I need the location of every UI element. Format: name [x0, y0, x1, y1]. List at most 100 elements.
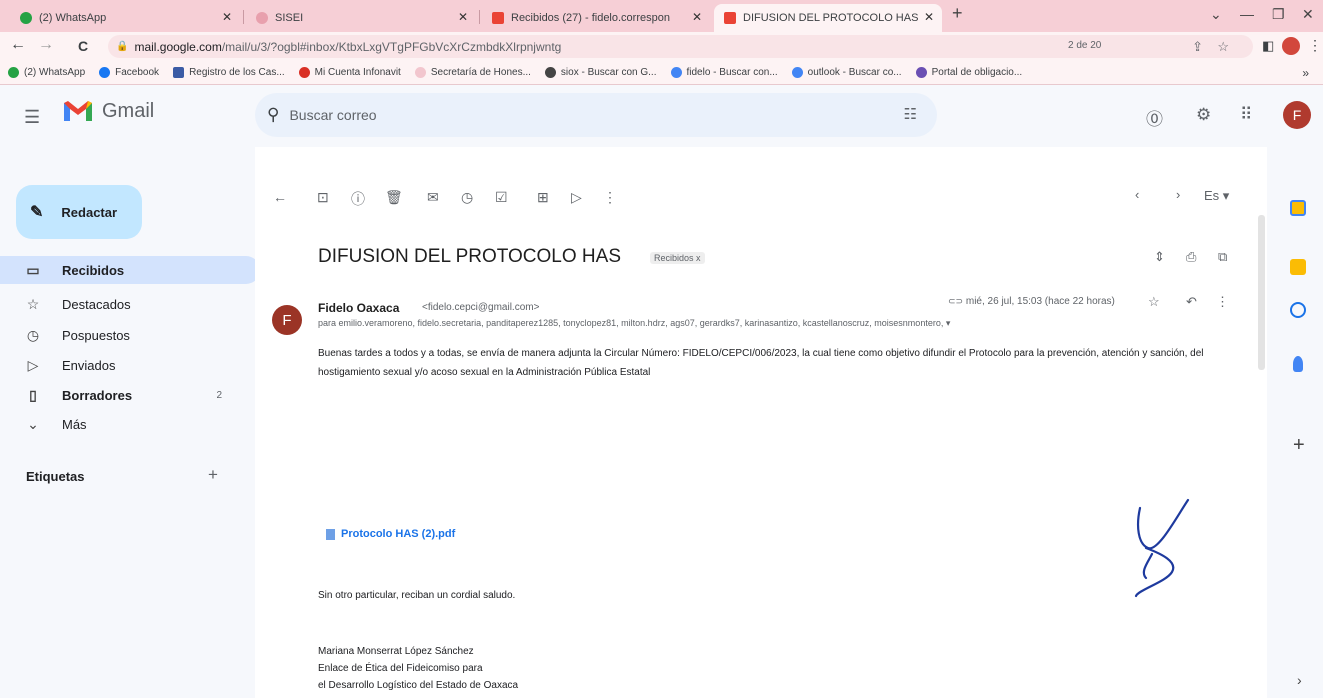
archive-icon[interactable]: ⊡: [317, 189, 329, 206]
sidepanel-icon[interactable]: ◧: [1262, 38, 1274, 54]
sidebar-item-destacados[interactable]: ☆ Destacados: [0, 290, 260, 318]
tab-sisei[interactable]: SISEI ✕: [246, 4, 476, 32]
sender-name[interactable]: Fidelo Oaxaca: [318, 301, 399, 315]
close-icon[interactable]: ✕: [458, 10, 468, 24]
facebook-icon: [99, 67, 111, 78]
close-window-button[interactable]: ✕: [1302, 6, 1314, 23]
search-icon[interactable]: ⚲: [267, 105, 279, 125]
address-row: ← → C 🔒 mail.google.com /mail/u/3/?ogbl#…: [0, 32, 1323, 61]
prev-chevron-icon[interactable]: ‹: [1135, 187, 1139, 202]
apps-grid-icon[interactable]: ⠿: [1240, 105, 1252, 125]
bookmark-item[interactable]: siox - Buscar con G...: [544, 67, 657, 78]
bookmark-item[interactable]: outlook - Buscar co...: [791, 67, 902, 78]
next-chevron-icon[interactable]: ›: [1176, 187, 1180, 202]
more-vert-icon[interactable]: ⋮: [603, 189, 617, 206]
expand-icon[interactable]: ⇕: [1154, 249, 1165, 265]
search-input[interactable]: Buscar correo: [289, 107, 376, 123]
bookmark-star-icon[interactable]: ☆: [1217, 39, 1229, 55]
send-icon: ▷: [27, 356, 39, 373]
handwritten-signature: [1134, 498, 1190, 598]
menu-icon[interactable]: ☰: [24, 107, 40, 128]
close-icon[interactable]: ✕: [222, 10, 232, 24]
star-icon[interactable]: ☆: [1148, 294, 1160, 310]
sidebar-item-pospuestos[interactable]: ◷ Pospuestos: [0, 321, 260, 349]
tab-recibidos[interactable]: Recibidos (27) - fidelo.correspon ✕: [482, 4, 710, 32]
bookmark-item[interactable]: Secretaría de Hones...: [414, 67, 531, 78]
tasks-icon[interactable]: [1290, 302, 1306, 318]
gmail-logo[interactable]: Gmail: [62, 99, 154, 123]
share-icon[interactable]: ⇪: [1192, 39, 1203, 55]
bookmarks-bar: (2) WhatsApp Facebook Registro de los Ca…: [0, 61, 1323, 85]
scrollbar[interactable]: [1258, 215, 1265, 370]
sidebar-item-borradores[interactable]: ▯ Borradores 2: [0, 381, 260, 409]
print-icon[interactable]: ⎙: [1186, 249, 1196, 265]
sidebar-item-mas[interactable]: ⌄ Más: [0, 410, 260, 438]
contacts-icon[interactable]: [1293, 356, 1303, 372]
more-vert-icon[interactable]: ⋮: [1308, 37, 1322, 54]
move-to-icon[interactable]: ⊞: [537, 189, 549, 206]
language-selector[interactable]: Es ▾: [1204, 188, 1229, 204]
bookmark-item[interactable]: Portal de obligacio...: [915, 67, 1022, 78]
compose-button[interactable]: ✎ Redactar: [16, 185, 142, 239]
message-pane: ← ⊡ ⓘ 🗑 ✉ ◷ ☑ ⊞ ▷ ⋮: [255, 147, 1267, 698]
new-window-icon[interactable]: ⧉: [1218, 249, 1227, 265]
draft-count: 2: [216, 389, 222, 401]
sidebar-item-enviados[interactable]: ▷ Enviados: [0, 351, 260, 379]
sender-avatar[interactable]: F: [272, 305, 302, 335]
mark-unread-icon[interactable]: ✉: [427, 189, 439, 206]
add-addon-icon[interactable]: +: [1293, 434, 1305, 457]
url-host: mail.google.com: [134, 39, 222, 54]
bookmarks-more[interactable]: »: [1302, 66, 1309, 80]
more-vert-icon[interactable]: ⋮: [1216, 294, 1229, 310]
message-body: Buenas tardes a todos y a todas, se enví…: [318, 348, 1204, 378]
whatsapp-icon: [20, 12, 32, 24]
help-icon[interactable]: ⓪: [1146, 105, 1163, 130]
reply-icon[interactable]: ↶: [1186, 294, 1197, 310]
close-icon[interactable]: ✕: [692, 10, 702, 24]
settings-gear-icon[interactable]: ⚙: [1196, 105, 1211, 125]
bookmark-item[interactable]: (2) WhatsApp: [8, 67, 85, 78]
grid-icon: [173, 67, 185, 78]
pagination-info: 2 de 20: [1068, 40, 1102, 51]
calendar-icon[interactable]: [1290, 200, 1306, 216]
bookmark-item[interactable]: Mi Cuenta Infonavit: [298, 67, 401, 78]
close-icon[interactable]: ✕: [924, 10, 934, 24]
keep-icon[interactable]: [1290, 259, 1306, 275]
tab-whatsapp[interactable]: (2) WhatsApp ✕: [10, 4, 240, 32]
message-subject: DIFUSION DEL PROTOCOLO HAS: [318, 246, 621, 267]
tab-difusion[interactable]: DIFUSION DEL PROTOCOLO HAS ✕: [714, 4, 942, 32]
profile-icon[interactable]: [1282, 37, 1300, 55]
report-spam-icon[interactable]: ⓘ: [351, 189, 365, 209]
sidebar: ✎ Redactar ▭ Recibidos ☆ Destacados ◷ Po…: [0, 147, 260, 698]
reload-icon[interactable]: C: [78, 38, 88, 54]
filter-options-icon[interactable]: ☷: [904, 105, 917, 123]
side-panel: [1267, 147, 1323, 698]
label-icon[interactable]: ▷: [571, 189, 582, 206]
new-tab-button[interactable]: +: [952, 3, 963, 24]
bookmark-item[interactable]: Registro de los Cas...: [173, 67, 285, 78]
add-label-icon[interactable]: +: [208, 465, 218, 485]
attachment-link[interactable]: Protocolo HAS (2).pdf: [326, 528, 455, 540]
search-bar[interactable]: ⚲ Buscar correo ☷: [255, 93, 937, 137]
snooze-icon[interactable]: ◷: [461, 189, 473, 206]
back-arrow-icon[interactable]: ←: [10, 36, 26, 54]
pdf-file-icon: [326, 528, 335, 540]
forward-arrow-icon[interactable]: →: [38, 36, 54, 54]
account-avatar[interactable]: F: [1283, 101, 1311, 129]
bookmark-item[interactable]: Facebook: [99, 67, 159, 78]
message-date: ⊂⊃ mié, 26 jul, 15:03 (hace 22 horas): [948, 296, 1115, 307]
minimize-button[interactable]: —: [1240, 6, 1254, 22]
back-arrow-icon[interactable]: ←: [273, 189, 287, 205]
add-task-icon[interactable]: ☑: [495, 189, 508, 206]
inbox-label-chip[interactable]: Recibidos x: [650, 252, 705, 264]
recipients-line[interactable]: para emilio.veramoreno, fidelo.secretari…: [318, 318, 998, 329]
url-path: /mail/u/3/?ogbl#inbox/KtbxLxgVTgPFGbVcXr…: [221, 39, 562, 54]
delete-icon[interactable]: 🗑: [385, 189, 403, 206]
clock-icon: ◷: [26, 326, 40, 343]
tab-search-icon[interactable]: ⌄: [1210, 6, 1222, 23]
bookmark-item[interactable]: fidelo - Buscar con...: [670, 67, 778, 78]
expand-panel-chevron-icon[interactable]: ›: [1297, 672, 1302, 688]
maximize-button[interactable]: ❐: [1272, 6, 1285, 23]
gmail-header: ☰ Gmail ⚲ Buscar correo ☷ ⓪ ⚙ ⠿ F: [0, 85, 1323, 147]
sidebar-item-recibidos[interactable]: ▭ Recibidos: [0, 256, 260, 284]
